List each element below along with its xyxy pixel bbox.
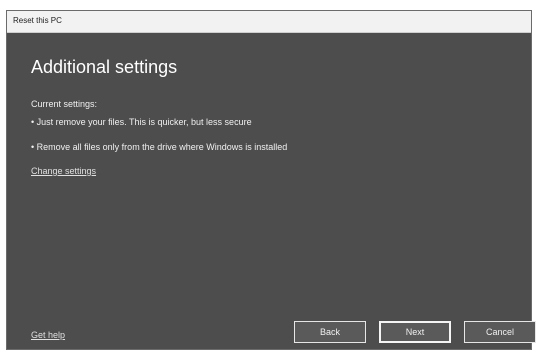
back-button[interactable]: Back	[294, 321, 366, 343]
cancel-button[interactable]: Cancel	[464, 321, 536, 343]
window-title: Reset this PC	[13, 16, 62, 25]
setting-bullet-remove-files: • Just remove your files. This is quicke…	[31, 117, 252, 127]
setting-bullet-windows-drive: • Remove all files only from the drive w…	[31, 142, 288, 152]
get-help-link[interactable]: Get help	[31, 330, 65, 340]
current-settings-label: Current settings:	[31, 99, 98, 109]
next-button[interactable]: Next	[379, 321, 451, 343]
page-title: Additional settings	[31, 57, 178, 77]
reset-pc-dialog: Reset this PC Additional settings Curren…	[6, 10, 536, 350]
dialog-content: Additional settings Current settings: • …	[7, 33, 536, 349]
window-titlebar: Reset this PC	[7, 11, 531, 33]
change-settings-link[interactable]: Change settings	[31, 166, 96, 176]
